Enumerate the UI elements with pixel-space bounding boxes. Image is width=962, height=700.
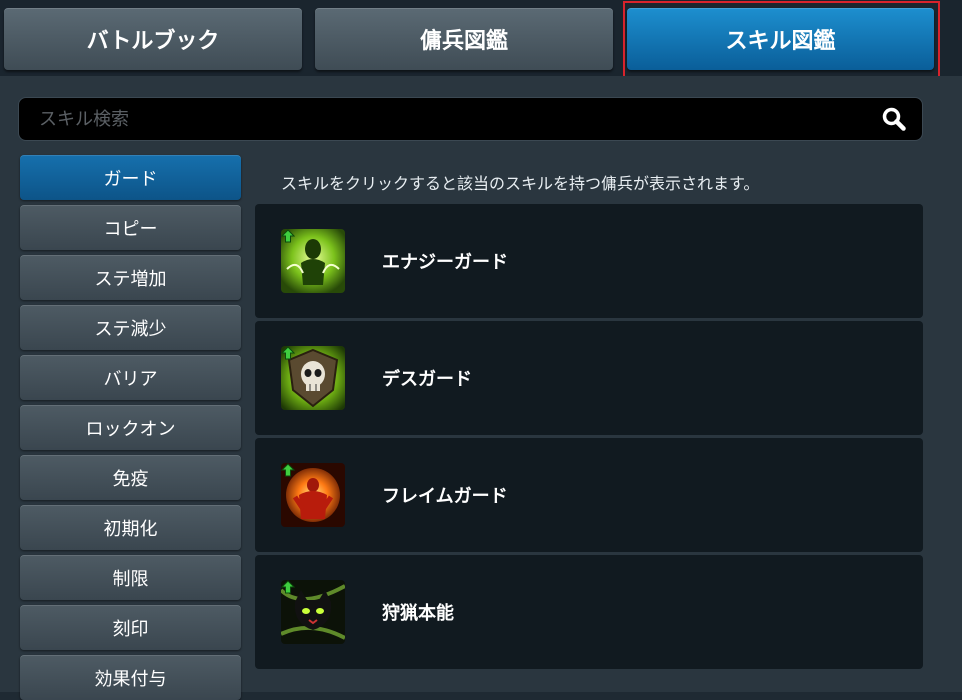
upgrade-arrow-icon — [281, 229, 295, 243]
category-guard[interactable]: ガード — [20, 155, 241, 200]
category-effect-grant[interactable]: 効果付与 — [20, 655, 241, 700]
upgrade-arrow-icon — [281, 463, 295, 477]
skill-name: 狩猟本能 — [382, 603, 454, 624]
skill-item-hunting-instinct[interactable]: 狩猟本能 — [255, 555, 923, 669]
skill-hint-text: スキルをクリックすると該当のスキルを持つ傭兵が表示されます。 — [281, 174, 760, 193]
skill-search-input[interactable] — [19, 98, 859, 140]
skill-item-death-guard[interactable]: デスガード — [255, 321, 923, 435]
skill-name: エナジーガード — [382, 252, 508, 273]
hunting-instinct-icon — [281, 580, 345, 644]
category-seal[interactable]: 刻印 — [20, 605, 241, 650]
category-stat-decrease[interactable]: ステ減少 — [20, 305, 241, 350]
tab-skill-encyclopedia[interactable]: スキル図鑑 — [627, 8, 934, 70]
search-button[interactable] — [874, 98, 914, 140]
skill-name: フレイムガード — [382, 486, 508, 507]
tab-battle-book[interactable]: バトルブック — [4, 8, 302, 70]
flame-guard-icon — [281, 463, 345, 527]
tab-mercenary-encyclopedia[interactable]: 傭兵図鑑 — [315, 8, 613, 70]
category-reset[interactable]: 初期化 — [20, 505, 241, 550]
category-lock-on[interactable]: ロックオン — [20, 405, 241, 450]
skill-search-bar — [18, 97, 923, 141]
category-immunity[interactable]: 免疫 — [20, 455, 241, 500]
skill-item-flame-guard[interactable]: フレイムガード — [255, 438, 923, 552]
category-restriction[interactable]: 制限 — [20, 555, 241, 600]
search-icon — [882, 107, 906, 131]
category-copy[interactable]: コピー — [20, 205, 241, 250]
category-stat-increase[interactable]: ステ増加 — [20, 255, 241, 300]
upgrade-arrow-icon — [281, 580, 295, 594]
category-barrier[interactable]: バリア — [20, 355, 241, 400]
skill-item-energy-guard[interactable]: エナジーガード — [255, 204, 923, 318]
skill-name: デスガード — [382, 369, 472, 390]
energy-guard-icon — [281, 229, 345, 293]
death-guard-icon — [281, 346, 345, 410]
upgrade-arrow-icon — [281, 346, 295, 360]
